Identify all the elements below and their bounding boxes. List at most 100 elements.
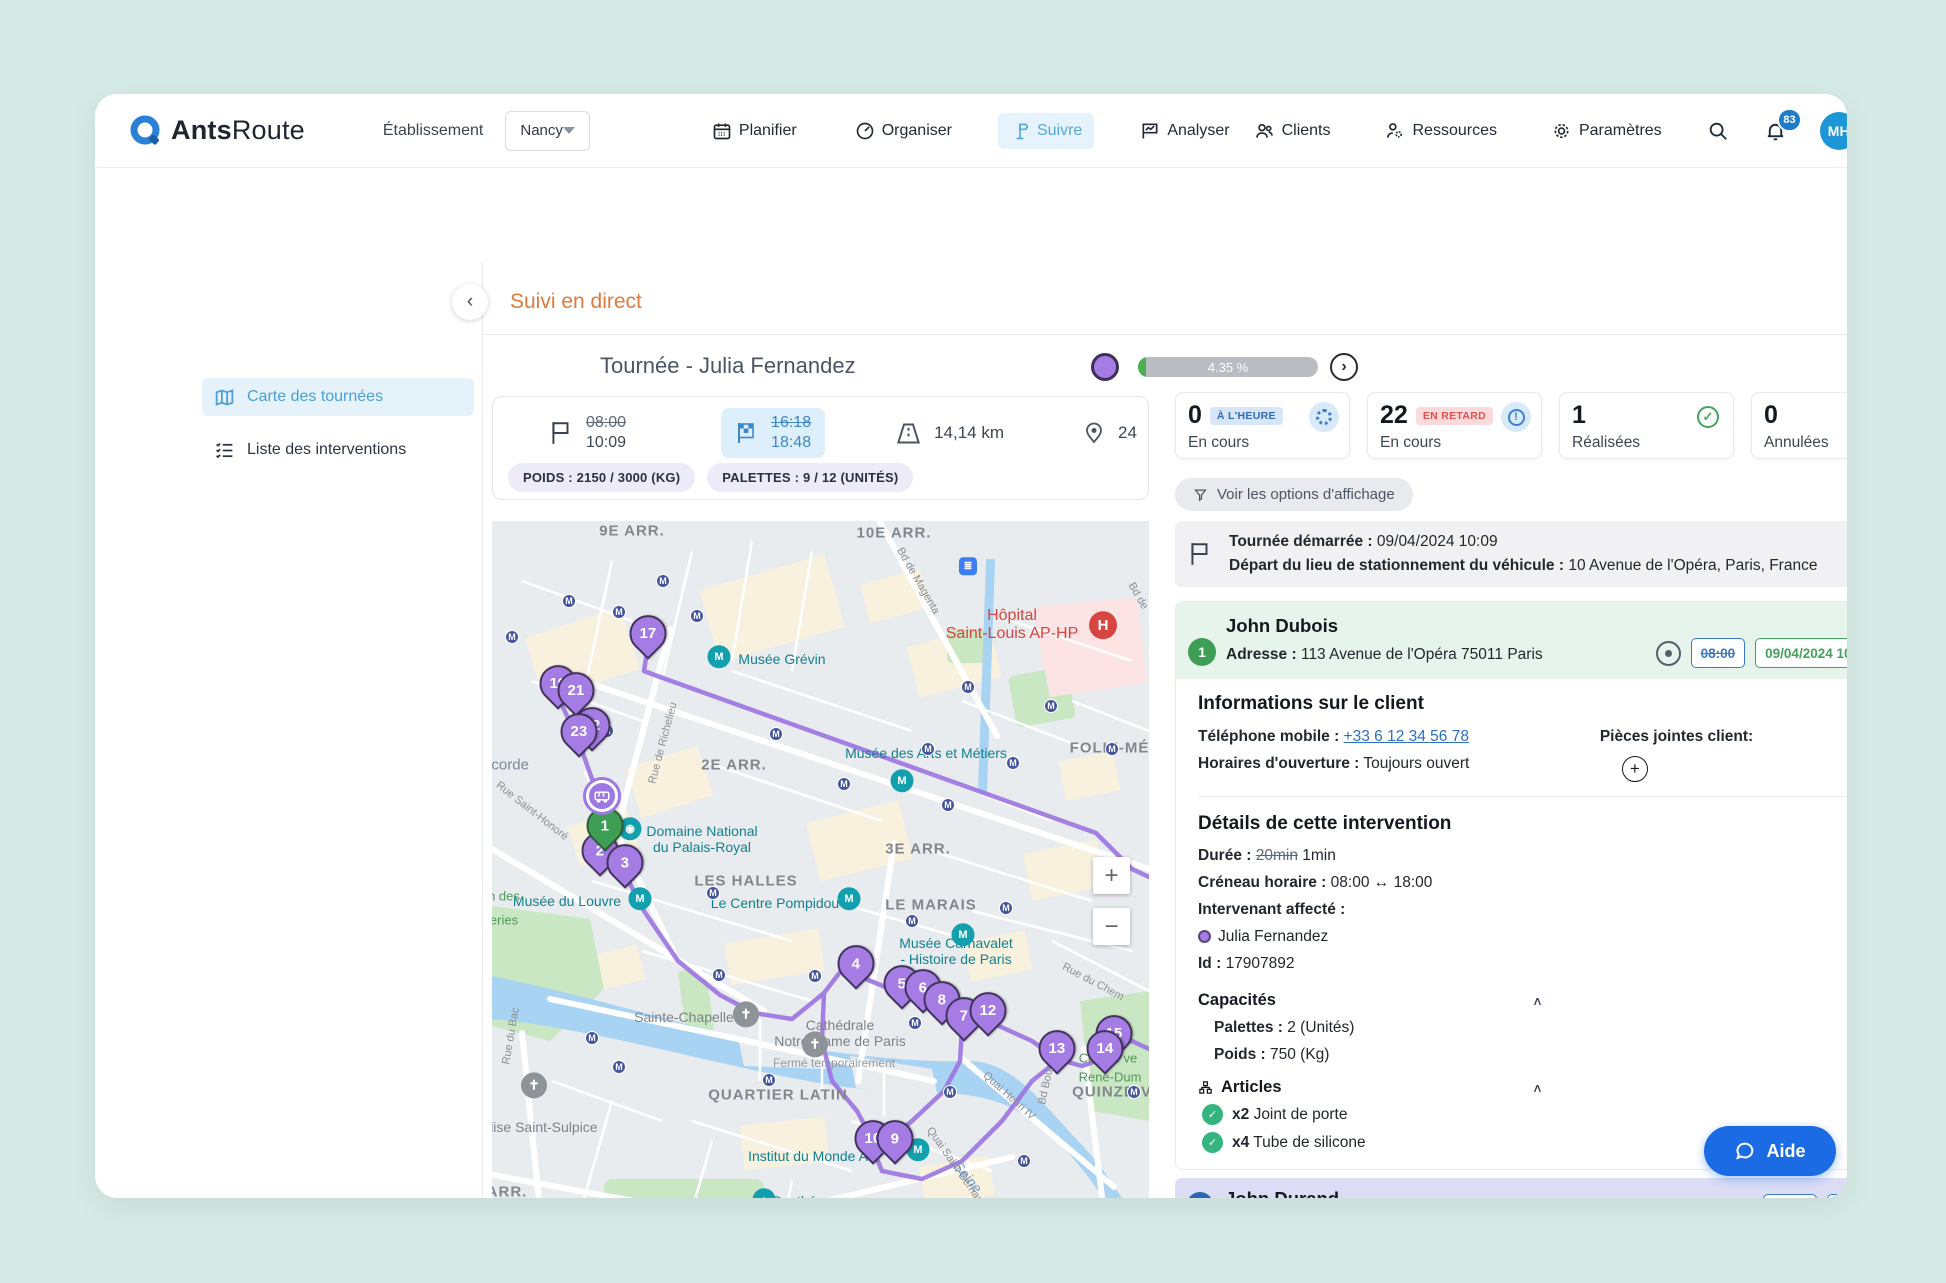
map-pin-icon [214, 387, 235, 408]
metro-station-icon: M [908, 1016, 922, 1030]
map-label: LE MARAIS [885, 897, 977, 914]
metro-station-icon: M [1006, 756, 1020, 770]
tour-map[interactable]: 9E ARR.10E ARR.2E ARR.3E ARR.LES HALLESL… [492, 521, 1149, 1198]
metro-station-icon: M [905, 914, 919, 928]
establishment-value: Nancy [520, 122, 563, 139]
map-label: Quai Henri IV [980, 1069, 1037, 1122]
metro-station-icon: M [1127, 1085, 1141, 1099]
clients-icon [1254, 121, 1275, 141]
brand-wordmark: AntsRoute [171, 115, 305, 146]
map-zoom-in-button[interactable]: + [1093, 857, 1130, 894]
metro-station-icon: M [762, 1073, 776, 1087]
nav-suivre[interactable]: Suivre [998, 113, 1094, 149]
end-time-stat[interactable]: 16:1818:48 [721, 408, 825, 458]
status-card-ontime[interactable]: 0À L'HEURE En cours [1175, 392, 1350, 459]
notifications-button[interactable]: 83 [1762, 117, 1790, 145]
sidebar-item-liste-des-interventions[interactable]: Liste des interventions [202, 431, 474, 469]
assignee-name: Julia Fernandez [1218, 928, 1328, 945]
check-circle-icon: ✓ [1693, 402, 1723, 432]
chevron-up-icon: ∧ [1532, 1080, 1543, 1094]
back-button[interactable]: ‹ [452, 284, 488, 320]
stop1-header[interactable]: 1 John Dubois Adresse : 113 Avenue de l'… [1176, 602, 1847, 679]
status-card-done[interactable]: 1 Réalisées ✓ [1559, 392, 1734, 459]
map-label: Fermé temporairement [773, 1056, 895, 1070]
sidebar-item-carte-des-tournees[interactable]: Carte des tournées [202, 378, 474, 416]
capacity-pills: POIDS : 2150 / 3000 (KG) PALETTES : 9 / … [508, 463, 913, 492]
stop1-planned-chip: 08:00 [1691, 638, 1746, 668]
finish-flag-icon [735, 421, 759, 445]
pallets-pill: PALETTES : 9 / 12 (UNITÉS) [707, 463, 913, 492]
stop2-planned-chip: 08:20 [1763, 1194, 1818, 1198]
display-options-button[interactable]: Voir les options d'affichage [1175, 478, 1413, 511]
gear-icon [1551, 121, 1572, 141]
church-icon: ✝ [521, 1072, 547, 1098]
notification-count-badge: 83 [1777, 108, 1801, 132]
avatar[interactable]: MH [1820, 112, 1847, 150]
article-item: ✓ x2 Joint de porte [1202, 1104, 1847, 1125]
client-info-heading: Informations sur le client [1198, 693, 1847, 715]
flag-icon [1187, 541, 1213, 567]
map-marker-stop-17[interactable]: 17 [622, 607, 674, 659]
metro-station-icon: M [1017, 1154, 1031, 1168]
map-label: Rue du Chem [1060, 961, 1126, 1003]
metro-station-icon: M [656, 574, 670, 588]
stop1-number: 1 [1188, 638, 1216, 666]
map-label: Panthéon [772, 1193, 832, 1198]
nav-parametres[interactable]: Paramètres [1539, 113, 1674, 149]
app-window: AntsRoute Établissement Nancy Planifier … [95, 94, 1847, 1198]
nav-analyser[interactable]: Analyser [1128, 113, 1241, 149]
nav-organiser[interactable]: Organiser [843, 113, 964, 149]
map-zoom-out-button[interactable]: − [1093, 908, 1130, 945]
phone-link[interactable]: +33 6 12 34 56 78 [1344, 728, 1469, 745]
status-card-cancelled[interactable]: 0 Annulées × [1751, 392, 1847, 459]
brand-logo[interactable]: AntsRoute [127, 113, 305, 149]
map-label: Domaine Nationaldu Palais-Royal [646, 823, 757, 855]
nav-clients[interactable]: Clients [1242, 113, 1343, 149]
establishment-label: Établissement [383, 122, 484, 140]
tour-stats-box: 08:0010:09 16:1818:48 14,14 km 24 POIDS … [492, 396, 1149, 500]
person-gear-icon [1384, 121, 1405, 141]
section-divider [1198, 796, 1847, 797]
map-marker-vehicle[interactable] [586, 780, 618, 812]
tour-open-arrow[interactable]: › [1330, 353, 1358, 381]
metro-station-icon: M [921, 742, 935, 756]
add-attachment-button[interactable]: + [1622, 756, 1648, 782]
status-card-late[interactable]: 22EN RETARD En cours ! [1367, 392, 1542, 459]
top-navbar: AntsRoute Établissement Nancy Planifier … [95, 94, 1847, 168]
main-nav: Planifier Organiser Suivre Analyser [700, 113, 1242, 149]
nav-planifier[interactable]: Planifier [700, 113, 809, 149]
intervention-details-heading: Détails de cette intervention [1198, 813, 1847, 835]
start-time-stat: 08:0010:09 [548, 413, 626, 453]
capacities-toggle[interactable]: Capacités ∧ [1198, 991, 1543, 1010]
map-marker-stop-13[interactable]: 13 [1031, 1022, 1083, 1074]
articles-toggle[interactable]: Articles ∧ [1198, 1078, 1543, 1097]
map-marker-stop-4[interactable]: 4 [830, 937, 882, 989]
tour-start-infobox: Tournée démarrée : 09/04/2024 10:09 Dépa… [1175, 521, 1847, 587]
speedometer-icon [855, 121, 875, 141]
map-label: ncorde [492, 757, 529, 774]
map-label: ARR. [492, 1184, 527, 1199]
search-button[interactable] [1704, 117, 1732, 145]
tour-progress-bar: 4.35 % [1138, 357, 1318, 377]
pin-icon [1082, 421, 1106, 445]
signpost-icon [1010, 121, 1030, 141]
ontime-badge: À L'HEURE [1210, 407, 1283, 425]
metro-station-icon: M [612, 605, 626, 619]
metro-station-icon: M [769, 727, 783, 741]
weight-pill: POIDS : 2150 / 3000 (KG) [508, 463, 695, 492]
nav-ressources[interactable]: Ressources [1372, 113, 1508, 149]
map-label: CathédraleNotre-Dame de Paris [774, 1017, 906, 1049]
help-button[interactable]: Aide [1704, 1126, 1836, 1176]
map-label: n des [492, 889, 520, 904]
sidebar-divider [482, 262, 483, 1198]
checklist-icon [214, 440, 235, 461]
flag-chart-icon [1140, 121, 1160, 141]
article-check-icon: ✓ [1202, 1104, 1223, 1125]
map-label: eries [492, 913, 518, 928]
chat-bubble-icon [1734, 1140, 1756, 1162]
establishment-select[interactable]: Nancy [505, 111, 590, 151]
stop2-header[interactable]: 2 John Durand Adresse : 99 Rue de Rivoli… [1175, 1178, 1847, 1198]
train-station-icon: ≣ [959, 557, 977, 575]
map-label: 3E ARR. [885, 841, 951, 858]
stats-row: 08:0010:09 16:1818:48 14,14 km 24 [493, 409, 1148, 457]
